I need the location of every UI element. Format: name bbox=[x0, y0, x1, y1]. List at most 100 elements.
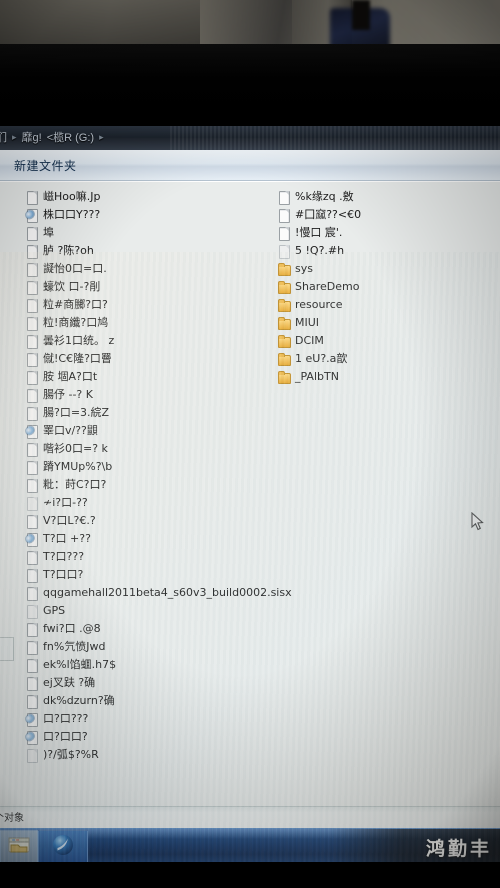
taskbar-item-explorer[interactable] bbox=[0, 830, 38, 862]
breadcrumb[interactable]: 们 ▸ 靡g! <榄R (G:) ▸ bbox=[0, 129, 104, 145]
blue-globe-icon bbox=[51, 833, 75, 862]
file-name: _PAlbTN bbox=[295, 370, 339, 383]
document-icon bbox=[26, 622, 38, 637]
file-list-item[interactable]: 胺 堌A?口t bbox=[26, 368, 276, 386]
file-list-item[interactable]: 睪口v/??鼰 bbox=[26, 422, 276, 440]
file-list-item[interactable]: dk%dzurn?确 bbox=[26, 692, 276, 710]
new-folder-button[interactable]: 新建文件夹 bbox=[8, 155, 83, 176]
file-list-item[interactable]: ej叉趺 ?确 bbox=[26, 674, 276, 692]
document-icon bbox=[26, 550, 38, 565]
file-list-item[interactable]: _PAlbTN bbox=[278, 368, 493, 386]
file-list-item[interactable]: GPS bbox=[26, 602, 276, 620]
file-list-item[interactable]: 蠔饮 口-?剈 bbox=[26, 278, 276, 296]
mouse-cursor bbox=[471, 511, 485, 532]
file-name: sys bbox=[295, 262, 313, 275]
file-list-item[interactable]: V?口L?€.? bbox=[26, 512, 276, 530]
file-list-item[interactable]: 譺怡0口=口. bbox=[26, 260, 276, 278]
document-shortcut-icon bbox=[26, 532, 38, 547]
file-name: DCIM bbox=[295, 334, 324, 347]
file-name: V?口L?€.? bbox=[43, 514, 96, 527]
file-list-item[interactable]: 粃：莳C?口? bbox=[26, 476, 276, 494]
file-name: 粃：莳C?口? bbox=[43, 478, 107, 491]
file-name: 譺怡0口=口. bbox=[43, 262, 107, 275]
document-icon bbox=[26, 694, 38, 709]
file-list-item[interactable]: 口?口??? bbox=[26, 710, 276, 728]
file-list-item[interactable]: #囗窳??<€0 bbox=[278, 206, 493, 224]
file-list-item[interactable]: ≁i?口-?? bbox=[26, 494, 276, 512]
file-list-item[interactable]: DCIM bbox=[278, 332, 493, 350]
document-icon bbox=[26, 280, 38, 295]
breadcrumb-segment-0[interactable]: 们 bbox=[0, 129, 7, 145]
explorer-toolbar: 新建文件夹 bbox=[0, 150, 500, 181]
file-list-item[interactable]: 1 eU?.a歆 bbox=[278, 350, 493, 368]
file-list-item[interactable]: resource bbox=[278, 296, 493, 314]
file-name: 胪 ?陈?oh bbox=[43, 244, 94, 257]
file-list-item[interactable]: 蹐YMUp%?\b bbox=[26, 458, 276, 476]
file-list-item[interactable]: 嵫Hoo嘛.Jp bbox=[26, 188, 276, 206]
file-list-item[interactable]: ek%l馅蜖.h7$ bbox=[26, 656, 276, 674]
file-name: 粒#商膷?口? bbox=[43, 298, 108, 311]
file-list-item[interactable]: )?/弧$?%R bbox=[26, 746, 276, 764]
file-name: fn%氕愤Jwd bbox=[43, 640, 106, 653]
file-list-item[interactable]: qqgamehall2011beta4_s60v3_build0002.sisx bbox=[26, 584, 292, 602]
document-icon bbox=[26, 298, 38, 313]
folder-icon bbox=[278, 334, 291, 348]
file-list-item[interactable]: 喈衫0口=? k bbox=[26, 440, 276, 458]
file-list-item[interactable]: 粒!商纖?口鸠 bbox=[26, 314, 276, 332]
file-list-item[interactable]: T?口 +?? bbox=[26, 530, 276, 548]
file-list-item[interactable]: 5 !Q?.#h bbox=[278, 242, 493, 260]
document-shortcut-icon bbox=[26, 208, 38, 223]
file-list-item[interactable]: 曇衫1口统。 z bbox=[26, 332, 276, 350]
file-list-item[interactable]: 腸?口=3.綄Z bbox=[26, 404, 276, 422]
folder-icon bbox=[278, 316, 291, 330]
document-icon bbox=[26, 658, 38, 673]
file-name: T?口口? bbox=[43, 568, 84, 581]
file-name: ≁i?口-?? bbox=[43, 496, 88, 509]
file-list-item[interactable]: MIUI bbox=[278, 314, 493, 332]
photo-screenshot: 们 ▸ 靡g! <榄R (G:) ▸ 新建文件夹 嵫Hoo嘛.Jp 株口口Y???… bbox=[0, 0, 500, 888]
file-list-item[interactable]: sys bbox=[278, 260, 493, 278]
file-list-item[interactable]: 口?口口? bbox=[26, 728, 276, 746]
file-list-item[interactable]: T?口口? bbox=[26, 566, 276, 584]
wall-shadow bbox=[0, 0, 200, 50]
file-name: GPS bbox=[43, 604, 66, 617]
taskbar-item-browser[interactable] bbox=[38, 830, 88, 862]
file-list-item[interactable]: 胪 ?陈?oh bbox=[26, 242, 276, 260]
file-list-item[interactable]: T?口??? bbox=[26, 548, 276, 566]
file-name: %k缘zq .敫 bbox=[295, 190, 354, 203]
chevron-right-icon-2: ▸ bbox=[99, 131, 104, 142]
file-name: ShareDemo bbox=[295, 280, 360, 293]
document-faint-icon bbox=[26, 604, 38, 619]
document-icon bbox=[26, 514, 38, 529]
file-list-column-left: 嵫Hoo嘛.Jp 株口口Y??? 埠胪 ?陈?oh 譺怡0口=口. 蠔饮 口-?剈粒#商… bbox=[26, 188, 292, 764]
file-list-item[interactable]: !慢口 宸'. bbox=[278, 224, 493, 242]
file-name: 口?口口? bbox=[43, 730, 88, 743]
file-list-item[interactable]: 僦!C€隆?口罾 bbox=[26, 350, 276, 368]
file-list-item[interactable]: 腸伃 --? K bbox=[26, 386, 276, 404]
breadcrumb-segment-1[interactable]: 靡g! bbox=[22, 129, 42, 145]
windows-taskbar[interactable]: 鸿勤丰 bbox=[0, 828, 500, 862]
file-list-item[interactable]: ShareDemo bbox=[278, 278, 493, 296]
file-name: 曇衫1口统。 z bbox=[43, 334, 115, 347]
document-icon bbox=[278, 190, 290, 205]
file-list-item[interactable]: 埠 bbox=[26, 224, 276, 242]
document-icon bbox=[26, 640, 38, 655]
document-icon bbox=[26, 370, 38, 385]
document-icon bbox=[26, 334, 38, 349]
document-faint-icon bbox=[26, 496, 38, 511]
file-name: T?口 +?? bbox=[43, 532, 91, 545]
address-bar[interactable]: 们 ▸ 靡g! <榄R (G:) ▸ bbox=[0, 126, 500, 150]
file-list-item[interactable]: 粒#商膷?口? bbox=[26, 296, 276, 314]
file-list-item[interactable]: fn%氕愤Jwd bbox=[26, 638, 276, 656]
file-list-item[interactable]: fwi?口 .@8 bbox=[26, 620, 276, 638]
breadcrumb-segment-2[interactable]: <榄R (G:) bbox=[47, 129, 94, 145]
file-list-item[interactable]: %k缘zq .敫 bbox=[278, 188, 493, 206]
file-name: 僦!C€隆?口罾 bbox=[43, 352, 112, 365]
file-name: ek%l馅蜖.h7$ bbox=[43, 658, 117, 671]
monitor-bezel-bottom bbox=[0, 862, 500, 888]
file-list-pane[interactable]: 嵫Hoo嘛.Jp 株口口Y??? 埠胪 ?陈?oh 譺怡0口=口. 蠔饮 口-?剈粒#商… bbox=[0, 181, 500, 807]
file-name: #囗窳??<€0 bbox=[295, 208, 362, 221]
file-name: 蹐YMUp%?\b bbox=[43, 460, 113, 473]
file-list-item[interactable]: 株口口Y??? bbox=[26, 206, 276, 224]
file-name: ej叉趺 ?确 bbox=[43, 676, 96, 689]
